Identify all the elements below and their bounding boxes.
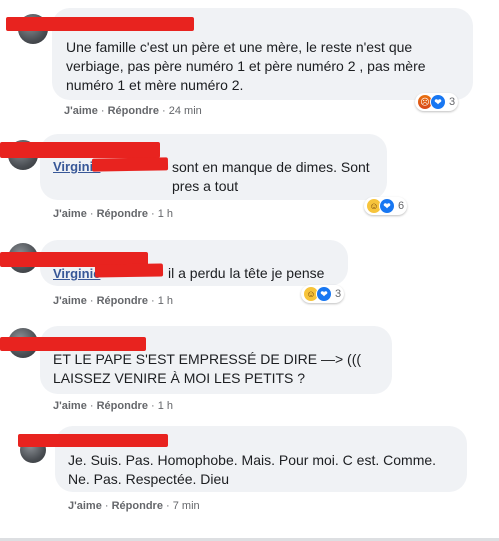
redacted-author-name	[0, 337, 146, 351]
reaction-count: 3	[335, 288, 342, 300]
care-icon: ❤	[430, 94, 446, 110]
comment-actions: J'aime · Répondre · 1 h	[53, 400, 174, 412]
reply-link[interactable]: Répondre	[108, 105, 159, 117]
reaction-summary[interactable]: ☺ ❤ 6	[364, 197, 408, 215]
reply-link[interactable]: Répondre	[97, 208, 148, 220]
comment-time[interactable]: 1 h	[158, 400, 173, 412]
redacted-author-name	[6, 17, 194, 31]
care-icon: ❤	[379, 198, 395, 214]
like-link[interactable]: J'aime	[53, 208, 87, 220]
comment-actions: J'aime · Répondre · 7 min	[68, 500, 200, 512]
reaction-summary[interactable]: ☹ ❤ 3	[415, 93, 459, 111]
reply-link[interactable]: Répondre	[97, 400, 148, 412]
redacted-author-name	[0, 142, 160, 158]
redacted-mention	[91, 157, 169, 172]
comment-actions: J'aime · Répondre · 24 min	[64, 105, 202, 117]
like-link[interactable]: J'aime	[53, 400, 87, 412]
reaction-summary[interactable]: ☺ ❤ 3	[301, 285, 345, 303]
reply-link[interactable]: Répondre	[97, 295, 148, 307]
comment-time[interactable]: 7 min	[173, 500, 200, 512]
comment-text: Une famille c'est un père et une mère, l…	[66, 39, 426, 93]
reaction-count: 6	[398, 200, 405, 212]
comment-time[interactable]: 24 min	[169, 105, 202, 117]
redacted-author-name	[18, 434, 168, 447]
like-link[interactable]: J'aime	[53, 295, 87, 307]
comment-text: sont en manque de dimes. Sont pres a tou…	[172, 159, 370, 194]
comment-text: ET LE PAPE S'EST EMPRESSÉ DE DIRE —> (((…	[53, 351, 362, 386]
mention-link[interactable]: Virginie	[53, 266, 100, 281]
care-icon: ❤	[316, 286, 332, 302]
comment-actions: J'aime · Répondre · 1 h	[53, 208, 174, 220]
comment-time[interactable]: 1 h	[158, 295, 173, 307]
like-link[interactable]: J'aime	[68, 500, 102, 512]
redacted-mention	[94, 263, 164, 278]
comment-time[interactable]: 1 h	[158, 208, 173, 220]
reply-link[interactable]: Répondre	[112, 500, 163, 512]
comment-text: Je. Suis. Pas. Homophobe. Mais. Pour moi…	[68, 452, 437, 487]
comment-actions: J'aime · Répondre · 1 h	[53, 295, 174, 307]
comment-text: il a perdu la tête je pense	[168, 265, 325, 281]
reaction-count: 3	[449, 96, 456, 108]
like-link[interactable]: J'aime	[64, 105, 98, 117]
